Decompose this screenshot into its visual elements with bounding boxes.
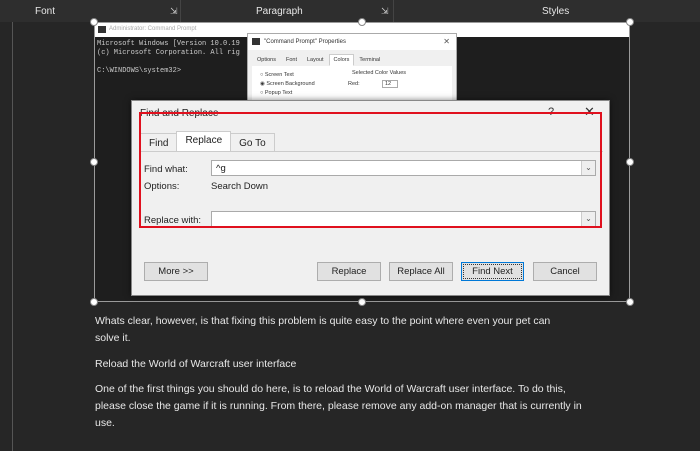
doc-heading: Reload the World of Warcraft user interf… bbox=[95, 356, 296, 373]
props-tab: Options bbox=[257, 57, 276, 63]
doc-paragraph: Whats clear, however, is that fixing thi… bbox=[95, 313, 550, 347]
props-red-label: Red: bbox=[348, 81, 360, 87]
text-line: please close the game if it is running. … bbox=[95, 400, 582, 412]
doc-paragraph: One of the first things you should do he… bbox=[95, 381, 582, 432]
resize-handle[interactable] bbox=[358, 298, 366, 306]
paragraph-dialog-launcher-icon[interactable]: ⇲ bbox=[381, 6, 389, 17]
text-line: use. bbox=[95, 417, 115, 429]
props-tab: Font bbox=[285, 57, 297, 63]
cmd-title: Administrator: Command Prompt bbox=[109, 26, 197, 32]
resize-handle[interactable] bbox=[358, 18, 366, 26]
page-margin-line bbox=[12, 22, 13, 451]
resize-handle[interactable] bbox=[626, 18, 634, 26]
font-dialog-launcher-icon[interactable]: ⇲ bbox=[170, 6, 178, 17]
cancel-button[interactable]: Cancel bbox=[533, 262, 597, 281]
find-next-button[interactable]: Find Next bbox=[461, 262, 524, 281]
props-red-value: 12 bbox=[382, 80, 399, 88]
props-tab: Layout bbox=[306, 57, 324, 63]
props-tab: Terminal bbox=[359, 57, 381, 63]
ribbon-group-labels: Font ⇲ Paragraph ⇲ Styles bbox=[0, 0, 700, 22]
props-tab: Colors bbox=[328, 54, 355, 66]
cmd-icon bbox=[98, 26, 106, 33]
props-group-label: Selected Color Values bbox=[352, 70, 407, 76]
props-radio: Popup Text bbox=[264, 90, 293, 96]
text-line: Whats clear, however, is that fixing thi… bbox=[95, 315, 551, 327]
replace-all-button[interactable]: Replace All bbox=[389, 262, 453, 281]
properties-title: "Command Prompt" Properties bbox=[264, 39, 346, 45]
close-icon: ✕ bbox=[443, 37, 450, 46]
highlight-box bbox=[139, 112, 602, 228]
text-line: Reload the World of Warcraft user interf… bbox=[95, 358, 297, 370]
more-button[interactable]: More >> bbox=[144, 262, 208, 281]
resize-handle[interactable] bbox=[90, 158, 98, 166]
ribbon-group-styles: Styles bbox=[542, 6, 570, 17]
resize-handle[interactable] bbox=[626, 298, 634, 306]
replace-button[interactable]: Replace bbox=[317, 262, 381, 281]
resize-handle[interactable] bbox=[90, 18, 98, 26]
text-line: solve it. bbox=[95, 332, 131, 344]
ribbon-group-font: Font bbox=[35, 6, 56, 17]
props-radio: Screen Background bbox=[266, 81, 315, 87]
resize-handle[interactable] bbox=[626, 158, 634, 166]
props-radio: Screen Text bbox=[264, 72, 294, 78]
text-line: One of the first things you should do he… bbox=[95, 383, 566, 395]
resize-handle[interactable] bbox=[90, 298, 98, 306]
ribbon-group-paragraph: Paragraph bbox=[256, 6, 303, 17]
cmd-icon bbox=[252, 38, 260, 45]
